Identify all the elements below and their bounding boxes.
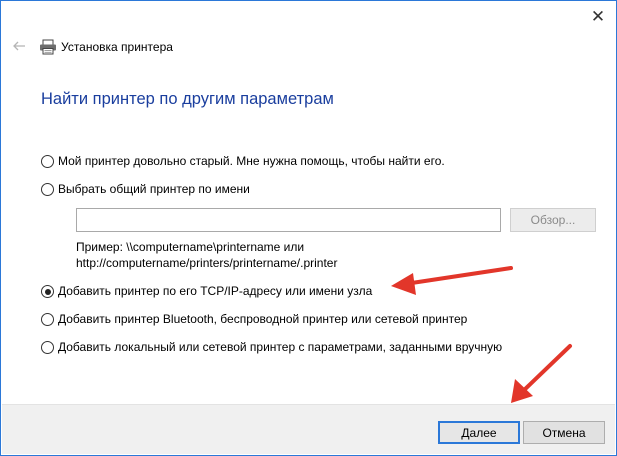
close-icon: ✕: [590, 7, 606, 26]
annotation-arrow-next: [511, 344, 572, 403]
annotation-arrow-tcpip: [391, 266, 513, 295]
option-manual-settings[interactable]: Добавить локальный или сетевой принтер с…: [41, 340, 502, 355]
option-tcpip[interactable]: Добавить принтер по его TCP/IP-адресу ил…: [41, 284, 372, 299]
radio-shared-by-name[interactable]: [41, 183, 54, 196]
radio-bluetooth-wireless[interactable]: [41, 313, 54, 326]
option-old-printer[interactable]: Мой принтер довольно старый. Мне нужна п…: [41, 154, 445, 169]
option-manual-settings-label: Добавить локальный или сетевой принтер с…: [58, 340, 503, 354]
browse-button[interactable]: Обзор...: [510, 208, 596, 232]
example-line-2: http://computername/printers/printername…: [76, 256, 338, 270]
option-bluetooth-wireless[interactable]: Добавить принтер Bluetooth, беспроводной…: [41, 312, 467, 327]
example-line-1: Пример: \\computername\printername или: [76, 240, 305, 254]
printer-setup-window: ✕ Установка принтера Найти принтер по др…: [0, 0, 617, 456]
radio-manual-settings[interactable]: [41, 341, 54, 354]
option-shared-by-name[interactable]: Выбрать общий принтер по имени: [41, 182, 250, 197]
printer-icon: [39, 39, 57, 55]
back-arrow-icon: [13, 41, 25, 51]
window-title: Установка принтера: [61, 40, 173, 54]
option-bluetooth-wireless-label: Добавить принтер Bluetooth, беспроводной…: [58, 312, 468, 326]
shared-printer-name-input[interactable]: [76, 208, 501, 232]
next-button[interactable]: Далее: [438, 421, 520, 444]
radio-old-printer[interactable]: [41, 155, 54, 168]
example-text: Пример: \\computername\printername или h…: [76, 239, 337, 271]
option-old-printer-label: Мой принтер довольно старый. Мне нужна п…: [58, 154, 445, 168]
option-tcpip-label: Добавить принтер по его TCP/IP-адресу ил…: [58, 284, 373, 298]
cancel-button[interactable]: Отмена: [523, 421, 605, 444]
close-button[interactable]: ✕: [584, 5, 612, 29]
page-title: Найти принтер по другим параметрам: [41, 90, 334, 108]
back-button[interactable]: [12, 39, 26, 53]
option-shared-by-name-label: Выбрать общий принтер по имени: [58, 182, 250, 196]
radio-tcpip[interactable]: [41, 285, 54, 298]
